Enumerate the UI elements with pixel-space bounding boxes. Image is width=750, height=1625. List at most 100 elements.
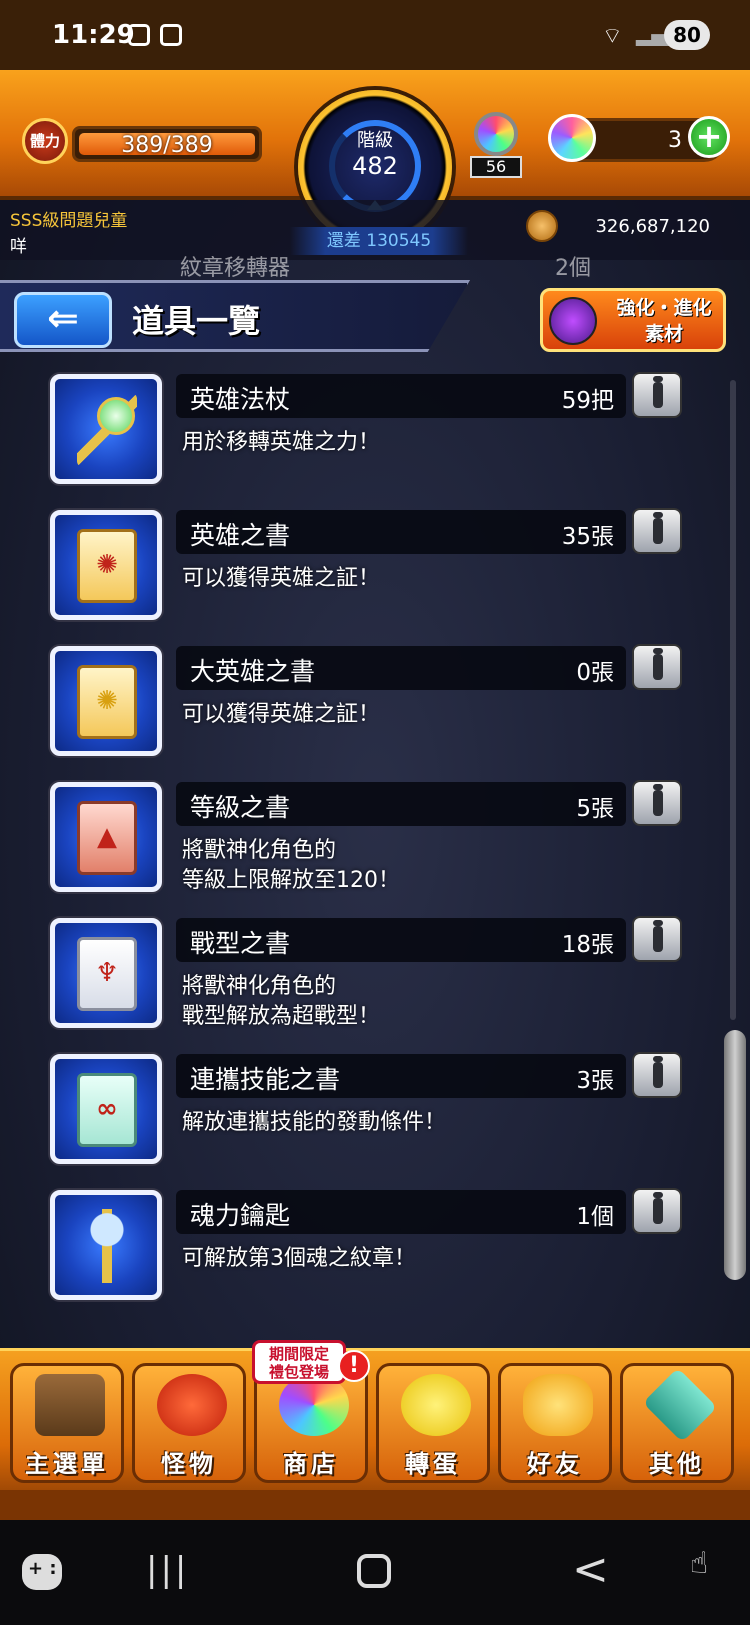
item-info-button[interactable] bbox=[632, 508, 682, 554]
item-icon bbox=[50, 1190, 162, 1300]
item-count: 3張 bbox=[576, 1068, 614, 1094]
scroll-icon: ✺ bbox=[77, 665, 137, 739]
item-name-bar: 英雄之書 35張 bbox=[176, 510, 626, 554]
staff-icon bbox=[77, 393, 137, 467]
item-count: 0張 bbox=[576, 660, 614, 686]
tab-label: 好友 bbox=[527, 1450, 583, 1478]
item-name: 連攜技能之書 bbox=[190, 1065, 341, 1094]
item-name: 英雄之書 bbox=[190, 521, 291, 550]
item-name: 戰型之書 bbox=[190, 929, 291, 958]
item-description: 可解放第3個魂之紋章！ bbox=[182, 1246, 416, 1271]
monster-icon bbox=[157, 1374, 227, 1436]
list-item[interactable]: ▲ 等級之書 5張 將獸神化角色的 等級上限解放至120！ bbox=[0, 780, 750, 920]
list-item[interactable]: 英雄法杖 59把 用於移轉英雄之力！ bbox=[0, 372, 750, 512]
item-icon: ✺ bbox=[50, 646, 162, 756]
tab-label: 主選單 bbox=[25, 1450, 109, 1478]
item-name-bar: 大英雄之書 0張 bbox=[176, 646, 626, 690]
stamina-value: 389/389 bbox=[121, 133, 213, 158]
item-info-button[interactable] bbox=[632, 372, 682, 418]
item-icon: ∞ bbox=[50, 1054, 162, 1164]
enhance-label-line2: 素材 bbox=[644, 323, 683, 345]
orb-icon bbox=[474, 112, 518, 156]
wifi-icon: ⌔ bbox=[602, 24, 623, 49]
tab-monsters[interactable]: 怪物 bbox=[132, 1363, 246, 1483]
friends-icon bbox=[523, 1374, 593, 1436]
scroll-icon: ✺ bbox=[77, 529, 137, 603]
nav-back-button[interactable]: < bbox=[572, 1544, 609, 1595]
item-description: 用於移轉英雄之力！ bbox=[182, 430, 381, 455]
enhance-label: 強化・進化 素材 bbox=[605, 295, 723, 347]
castle-icon bbox=[35, 1374, 105, 1436]
item-info-button[interactable] bbox=[632, 644, 682, 690]
gem-icon bbox=[548, 114, 596, 162]
item-list: 英雄法杖 59把 用於移轉英雄之力！ ✺ 英雄之書 35張 可以獲得英雄之証！ … bbox=[0, 372, 750, 1332]
coin-value: 326,687,120 bbox=[595, 216, 710, 237]
list-item[interactable]: ✺ 英雄之書 35張 可以獲得英雄之証！ bbox=[0, 508, 750, 648]
tab-label: 轉蛋 bbox=[405, 1450, 461, 1478]
screenshot-icon bbox=[128, 24, 150, 46]
item-count: 18張 bbox=[561, 932, 614, 958]
page-title: 道具一覽 bbox=[132, 302, 261, 340]
orb-counter[interactable]: 56 bbox=[466, 108, 526, 180]
battery-indicator: 80 bbox=[664, 20, 710, 50]
add-gems-button[interactable]: + bbox=[688, 116, 730, 158]
item-info-button[interactable] bbox=[632, 916, 682, 962]
tab-friends[interactable]: 好友 bbox=[498, 1363, 612, 1483]
item-name-bar: 戰型之書 18張 bbox=[176, 918, 626, 962]
bottom-strip bbox=[0, 1490, 750, 1520]
list-item[interactable]: ∞ 連攜技能之書 3張 解放連攜技能的發動條件！ bbox=[0, 1052, 750, 1192]
scrollbar-thumb[interactable] bbox=[724, 1030, 746, 1280]
back-button[interactable]: ⇐ bbox=[14, 292, 112, 348]
user-title: SSS級問題兒童 bbox=[10, 211, 128, 231]
tab-label: 商店 bbox=[283, 1450, 339, 1478]
back-arrow-icon: ⇐ bbox=[47, 296, 79, 340]
enhance-evolve-materials-button[interactable]: 強化・進化 素材 bbox=[540, 288, 726, 352]
item-count: 59把 bbox=[561, 388, 614, 414]
list-item[interactable]: ✺ 大英雄之書 0張 可以獲得英雄之証！ bbox=[0, 644, 750, 784]
tab-main-menu[interactable]: 主選單 bbox=[10, 1363, 124, 1483]
egg-icon bbox=[401, 1374, 471, 1436]
bottom-nav: 主選單 怪物 商店 轉蛋 好友 其他 bbox=[0, 1348, 750, 1508]
user-name: 咩 bbox=[10, 237, 27, 257]
item-name-bar: 等級之書 5張 bbox=[176, 782, 626, 826]
list-item-partial-count: 2個 bbox=[555, 256, 591, 281]
list-item-partial-name: 紋章移轉器 bbox=[180, 256, 291, 281]
scroll-icon: ▲ bbox=[77, 801, 137, 875]
limited-pack-badge[interactable]: 期間限定 禮包登場 bbox=[252, 1340, 346, 1384]
tab-label: 其他 bbox=[649, 1450, 705, 1478]
list-item[interactable]: 魂力鑰匙 1個 可解放第3個魂之紋章！ bbox=[0, 1188, 750, 1328]
recents-button[interactable]: ||| bbox=[146, 1550, 189, 1590]
item-count: 1個 bbox=[576, 1204, 614, 1230]
home-button[interactable] bbox=[357, 1554, 391, 1588]
top-hud: 體力 389/389 階級 482 56 3 + bbox=[0, 70, 750, 244]
item-name-bar: 連攜技能之書 3張 bbox=[176, 1054, 626, 1098]
item-count: 5張 bbox=[576, 796, 614, 822]
item-icon: ✺ bbox=[50, 510, 162, 620]
tab-gacha[interactable]: 轉蛋 bbox=[376, 1363, 490, 1483]
orb-count: 56 bbox=[470, 156, 522, 178]
key-icon bbox=[77, 1209, 137, 1283]
item-description: 可以獲得英雄之証！ bbox=[182, 566, 381, 591]
notes-icon bbox=[160, 24, 182, 46]
promo-line-1: 期間限定 bbox=[268, 1345, 329, 1363]
rank-value: 482 bbox=[352, 152, 398, 180]
gamepad-icon[interactable] bbox=[22, 1554, 62, 1590]
item-info-button[interactable] bbox=[632, 780, 682, 826]
item-info-button[interactable] bbox=[632, 1052, 682, 1098]
tab-other[interactable]: 其他 bbox=[620, 1363, 734, 1483]
item-description: 可以獲得英雄之証！ bbox=[182, 702, 381, 727]
item-icon: ▲ bbox=[50, 782, 162, 892]
item-name-bar: 英雄法杖 59把 bbox=[176, 374, 626, 418]
touch-lock-icon[interactable]: ☝ bbox=[690, 1546, 708, 1581]
rank-label: 階級 bbox=[357, 130, 393, 151]
item-count: 35張 bbox=[561, 524, 614, 550]
stamina-badge: 體力 bbox=[22, 118, 68, 164]
item-description: 解放連攜技能的發動條件！ bbox=[182, 1110, 447, 1135]
list-item[interactable]: ♆ 戰型之書 18張 將獸神化角色的 戰型解放為超戰型！ bbox=[0, 916, 750, 1056]
item-icon: ♆ bbox=[50, 918, 162, 1028]
item-info-button[interactable] bbox=[632, 1188, 682, 1234]
item-name-bar: 魂力鑰匙 1個 bbox=[176, 1190, 626, 1234]
question-icon bbox=[642, 1367, 718, 1443]
item-name: 等級之書 bbox=[190, 793, 291, 822]
stamina-bar[interactable]: 389/389 bbox=[72, 126, 262, 162]
